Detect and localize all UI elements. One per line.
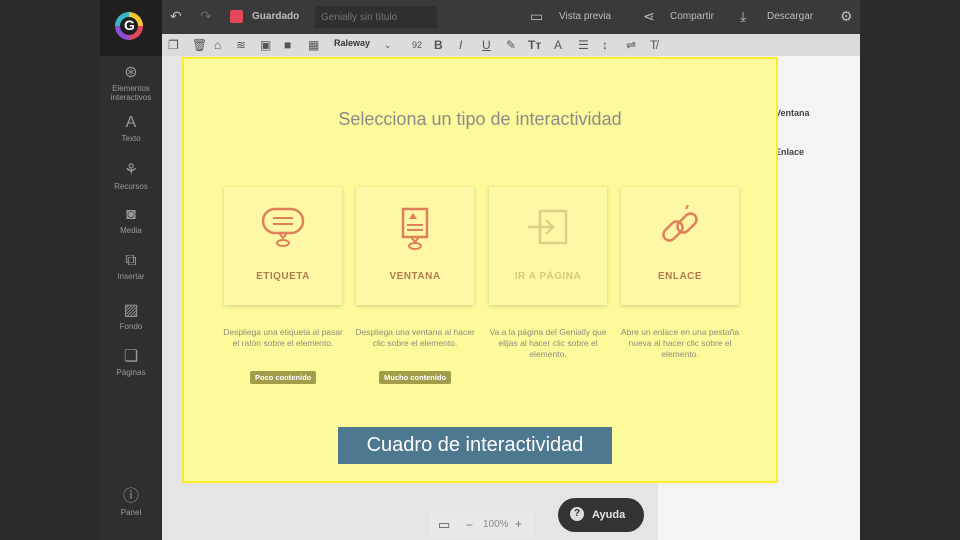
- content-badge: Mucho contenido: [379, 371, 452, 384]
- link-icon: [621, 204, 739, 256]
- background-icon: ▨: [123, 302, 139, 319]
- top-toolbar: ↶ ↷ Guardado ▭ Vista previa ⋖ Compartir …: [100, 0, 860, 34]
- zoom-value: 100%: [483, 519, 509, 530]
- sidebar-item-text[interactable]: A Texto: [100, 114, 162, 143]
- sidebar-item-resources[interactable]: ⚘ Recursos: [100, 160, 162, 191]
- pages-icon: ❏: [123, 348, 139, 365]
- underline-icon[interactable]: U: [482, 38, 491, 52]
- saved-check-icon: [230, 10, 243, 23]
- share-icon[interactable]: ⋖: [643, 9, 655, 23]
- card-window[interactable]: VENTANA: [356, 187, 474, 305]
- window-icon: [356, 205, 474, 256]
- logo-letter: G: [124, 17, 135, 33]
- sidebar-item-label: Recursos: [114, 182, 148, 191]
- card-tooltip[interactable]: ETIQUETA: [224, 187, 342, 305]
- font-select[interactable]: Raleway: [334, 38, 370, 48]
- resources-icon: ⚘: [123, 162, 139, 179]
- transparency-icon[interactable]: ▦: [308, 38, 319, 52]
- download-icon[interactable]: ⤓: [740, 9, 746, 23]
- left-sidebar: ⊛ Elementos interactivos A Texto ⚘ Recur…: [100, 56, 162, 540]
- download-button[interactable]: Descargar: [767, 11, 813, 22]
- format-toolbar: ❐ 🗑 ⌂ ≋ ▣ ■ ▦ Raleway ⌄ 92 B I U ✎ Tт A …: [162, 34, 860, 56]
- sidebar-item-interactive[interactable]: ⊛ Elementos interactivos: [100, 62, 162, 102]
- panel-item-window[interactable]: Ventana: [775, 108, 810, 118]
- sidebar-item-label: Media: [120, 226, 142, 235]
- title-input[interactable]: [315, 6, 437, 28]
- sidebar-item-media[interactable]: ◙ Media: [100, 206, 162, 235]
- camera-icon: ◙: [126, 206, 136, 223]
- line-height-icon[interactable]: ↕: [602, 38, 608, 52]
- info-icon: ⓘ: [122, 488, 139, 505]
- layers-icon[interactable]: ≋: [236, 38, 246, 52]
- zoom-control: ▭ − 100% +: [430, 512, 534, 538]
- card-link[interactable]: ENLACE: [621, 187, 739, 305]
- sidebar-item-label: Fondo: [119, 322, 143, 331]
- sidebar-item-label: Panel: [120, 508, 142, 517]
- dialog-title: Selecciona un tipo de interactividad: [338, 109, 622, 129]
- card-goto-page[interactable]: IR A PÁGINA: [489, 187, 607, 305]
- sidebar-item-panel[interactable]: ⓘ Panel: [100, 482, 162, 517]
- card-label: IR A PÁGINA: [514, 271, 582, 282]
- sidebar-item-pages[interactable]: ❏ Páginas: [100, 346, 162, 377]
- zoom-in-icon[interactable]: +: [515, 517, 522, 531]
- panel-item-link[interactable]: Enlace: [775, 147, 804, 157]
- card-label: VENTANA: [389, 271, 441, 282]
- card-label: ENLACE: [657, 271, 703, 282]
- clear-format-icon[interactable]: T̸: [650, 38, 657, 52]
- copy-icon[interactable]: ❐: [168, 38, 179, 52]
- italic-icon[interactable]: I: [459, 38, 462, 52]
- align-icon[interactable]: ⇌: [626, 38, 636, 52]
- logo: G: [100, 0, 162, 56]
- question-icon: ?: [570, 507, 584, 521]
- frame-icon[interactable]: ▣: [260, 38, 271, 52]
- saved-status: Guardado: [252, 11, 300, 22]
- caption-label: Cuadro de interactividad: [338, 427, 612, 464]
- zoom-out-icon[interactable]: −: [466, 518, 473, 532]
- trash-icon[interactable]: 🗑: [192, 38, 207, 52]
- card-description: Va a la página del Genially que elijas a…: [489, 327, 607, 359]
- tooltip-icon: [224, 205, 342, 256]
- sidebar-item-label: Elementos interactivos: [110, 84, 152, 102]
- sidebar-item-label: Páginas: [116, 368, 146, 377]
- monitor-icon[interactable]: ▭: [530, 9, 543, 23]
- sidebar-item-label: Texto: [121, 134, 141, 143]
- undo-icon[interactable]: ↶: [170, 9, 182, 23]
- card-description: Despliega una ventana al hacer clic sobr…: [355, 327, 475, 348]
- card-label: ETIQUETA: [256, 271, 310, 282]
- content-badge: Poco contenido: [250, 371, 317, 384]
- text-icon: A: [125, 114, 137, 131]
- card-description: Despliega una etiqueta al pasar el ratón…: [223, 327, 343, 348]
- help-button[interactable]: ? Ayuda: [558, 498, 644, 532]
- text-size-icon[interactable]: Tт: [528, 38, 541, 52]
- goto-page-icon: [489, 205, 607, 256]
- sidebar-item-background[interactable]: ▨ Fondo: [100, 300, 162, 331]
- monitor-icon[interactable]: ▭: [438, 517, 450, 533]
- help-label: Ayuda: [592, 509, 626, 521]
- chevron-down-icon[interactable]: ⌄: [384, 40, 392, 51]
- redo-icon[interactable]: ↷: [200, 9, 212, 23]
- share-button[interactable]: Compartir: [670, 11, 714, 22]
- highlight-icon[interactable]: ✎: [506, 38, 516, 52]
- text-color-icon[interactable]: A: [554, 38, 562, 52]
- app-window: ↶ ↷ Guardado ▭ Vista previa ⋖ Compartir …: [100, 0, 860, 540]
- bold-icon[interactable]: B: [434, 38, 443, 52]
- shape-icon[interactable]: ■: [284, 38, 291, 52]
- lock-icon[interactable]: ⌂: [214, 38, 221, 52]
- settings-icon[interactable]: ⚙: [840, 9, 853, 23]
- list-icon[interactable]: ☰: [578, 38, 589, 52]
- interactivity-dialog: Selecciona un tipo de interactividad ETI…: [182, 57, 778, 483]
- insert-icon: ⧉: [125, 252, 137, 269]
- sidebar-item-insert[interactable]: ⧉ Insertar: [100, 252, 162, 281]
- card-description: Abre un enlace en una pestaña nueva al h…: [620, 327, 740, 359]
- preview-button[interactable]: Vista previa: [559, 11, 611, 22]
- sidebar-item-label: Insertar: [117, 272, 145, 281]
- interactive-icon: ⊛: [124, 64, 138, 81]
- font-size-field[interactable]: 92: [412, 40, 422, 50]
